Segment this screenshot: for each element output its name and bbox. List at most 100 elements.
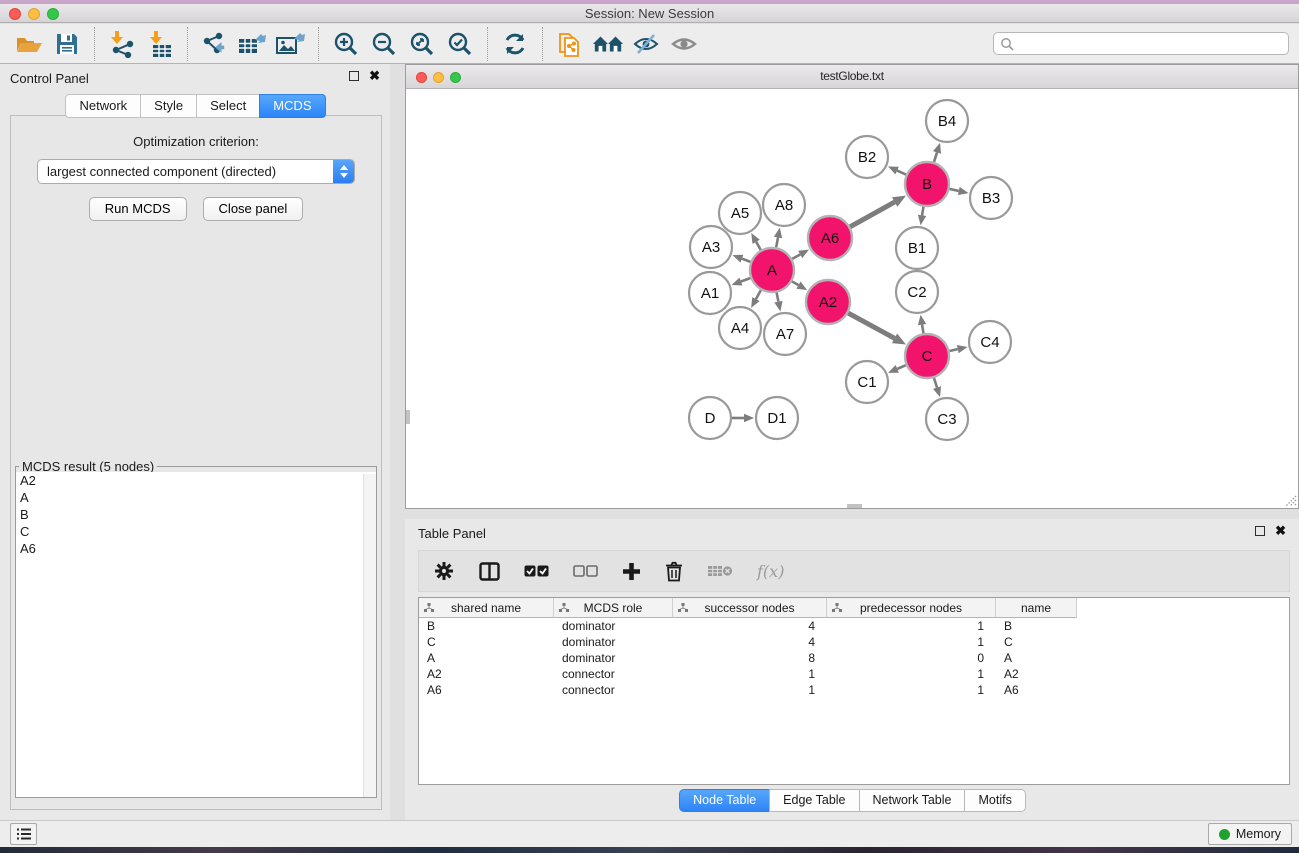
result-list-item[interactable]: A2	[16, 472, 376, 489]
edge-A-A1[interactable]	[741, 278, 750, 282]
result-list-item[interactable]: A	[16, 489, 376, 506]
node-A[interactable]: A	[750, 248, 794, 292]
node-D1[interactable]: D1	[756, 397, 798, 439]
float-table-panel-icon[interactable]	[1255, 526, 1265, 536]
export-image-button[interactable]	[275, 28, 307, 60]
column-header-successor-nodes[interactable]: successor nodes	[673, 598, 827, 618]
open-session-button[interactable]	[13, 28, 45, 60]
table-settings-button[interactable]	[433, 560, 455, 582]
edge-C-C2[interactable]	[922, 325, 923, 334]
zoom-selected-button[interactable]	[444, 28, 476, 60]
edge-A-A7[interactable]	[777, 293, 779, 302]
edge-C-C3[interactable]	[934, 378, 937, 388]
edge-A6-B[interactable]	[850, 202, 895, 227]
search-input[interactable]	[1018, 37, 1282, 51]
close-table-panel-icon[interactable]: ✖	[1275, 526, 1286, 536]
node-A5[interactable]: A5	[719, 192, 761, 234]
column-header-predecessor-nodes[interactable]: predecessor nodes	[827, 598, 996, 618]
show-panels-button[interactable]	[10, 823, 37, 845]
import-network-button[interactable]	[106, 28, 138, 60]
table-row[interactable]: A6connector11A6	[419, 682, 1289, 698]
deselect-all-button[interactable]	[573, 565, 598, 577]
edge-B-B4[interactable]	[934, 152, 937, 162]
save-session-button[interactable]	[51, 28, 83, 60]
column-header-shared-name[interactable]: shared name	[419, 598, 554, 618]
node-A7[interactable]: A7	[764, 313, 806, 355]
network-canvas[interactable]: A A5A8 A3A1A4A7 A6 A2 B B2 B4B3 B1 C C2 C4 C1 C3 D D1	[406, 90, 1298, 508]
hide-eye-button[interactable]	[630, 28, 662, 60]
export-table-button[interactable]	[237, 28, 269, 60]
tab-mcds[interactable]: MCDS	[259, 94, 325, 118]
home-networks-button[interactable]	[592, 28, 624, 60]
result-list-item[interactable]: C	[16, 523, 376, 540]
table-row[interactable]: Cdominator41C	[419, 634, 1289, 650]
resize-grip-icon[interactable]	[1283, 493, 1297, 507]
memory-button[interactable]: Memory	[1208, 823, 1292, 845]
tab-style[interactable]: Style	[140, 94, 197, 118]
node-C4[interactable]: C4	[969, 321, 1011, 363]
node-B3[interactable]: B3	[970, 177, 1012, 219]
import-table-button[interactable]	[144, 28, 176, 60]
node-A4[interactable]: A4	[719, 307, 761, 349]
optimization-criterion-select[interactable]: largest connected component (directed)	[37, 159, 355, 184]
edge-A-A5[interactable]	[756, 242, 761, 250]
edge-B-B3[interactable]	[949, 189, 958, 191]
node-A8[interactable]: A8	[763, 184, 805, 226]
edge-C-C4[interactable]	[949, 349, 957, 351]
table-row[interactable]: A2connector11A2	[419, 666, 1289, 682]
tab-network-table[interactable]: Network Table	[859, 789, 966, 812]
tab-edge-table[interactable]: Edge Table	[769, 789, 859, 812]
edge-A2-C[interactable]	[848, 313, 894, 338]
tab-motifs[interactable]: Motifs	[964, 789, 1025, 812]
close-panel-button[interactable]: Close panel	[203, 197, 304, 221]
node-C2[interactable]: C2	[896, 271, 938, 313]
clone-network-button[interactable]	[554, 28, 586, 60]
result-list-item[interactable]: B	[16, 506, 376, 523]
node-C1[interactable]: C1	[846, 361, 888, 403]
network-horizontal-scrollbar[interactable]	[847, 504, 862, 508]
delete-column-button[interactable]	[665, 561, 683, 582]
node-A6[interactable]: A6	[808, 216, 852, 260]
tab-select[interactable]: Select	[196, 94, 260, 118]
node-A1[interactable]: A1	[689, 272, 731, 314]
tab-node-table[interactable]: Node Table	[679, 789, 770, 812]
tab-network[interactable]: Network	[65, 94, 141, 118]
function-builder-button[interactable]: f(x)	[757, 562, 784, 581]
network-vertical-scrollbar[interactable]	[406, 410, 410, 424]
node-B1[interactable]: B1	[896, 227, 938, 269]
node-C3[interactable]: C3	[926, 398, 968, 440]
edge-A-A8[interactable]	[776, 237, 778, 247]
edge-A-A2[interactable]	[792, 281, 799, 285]
node-B[interactable]: B	[905, 162, 949, 206]
result-list-scrollbar[interactable]	[363, 474, 376, 797]
edge-A-A6[interactable]	[792, 254, 800, 258]
zoom-in-button[interactable]	[330, 28, 362, 60]
node-B4[interactable]: B4	[926, 100, 968, 142]
edge-B-B1[interactable]	[922, 207, 923, 216]
delete-table-button[interactable]	[707, 564, 733, 578]
add-column-button[interactable]	[622, 562, 641, 581]
close-panel-icon[interactable]: ✖	[369, 71, 380, 81]
show-eye-button[interactable]	[668, 28, 700, 60]
edge-A-A4[interactable]	[756, 290, 761, 299]
zoom-fit-button[interactable]	[406, 28, 438, 60]
apply-layout-button[interactable]	[499, 28, 531, 60]
node-A3[interactable]: A3	[690, 226, 732, 268]
node-A2[interactable]: A2	[806, 280, 850, 324]
node-C[interactable]: C	[905, 334, 949, 378]
zoom-out-button[interactable]	[368, 28, 400, 60]
table-row[interactable]: Bdominator41B	[419, 618, 1289, 634]
node-B2[interactable]: B2	[846, 136, 888, 178]
column-header-mcds-role[interactable]: MCDS role	[554, 598, 673, 618]
edge-A-A3[interactable]	[742, 259, 751, 262]
column-header-name[interactable]: name	[996, 598, 1077, 618]
select-all-button[interactable]	[524, 565, 549, 577]
edge-B-B2[interactable]	[897, 171, 906, 175]
result-list-item[interactable]: A6	[16, 540, 376, 557]
edge-C-C1[interactable]	[897, 365, 906, 369]
float-panel-icon[interactable]	[349, 71, 359, 81]
show-column-button[interactable]	[479, 562, 500, 581]
table-row[interactable]: Adominator80A	[419, 650, 1289, 666]
node-D[interactable]: D	[689, 397, 731, 439]
run-mcds-button[interactable]: Run MCDS	[89, 197, 187, 221]
